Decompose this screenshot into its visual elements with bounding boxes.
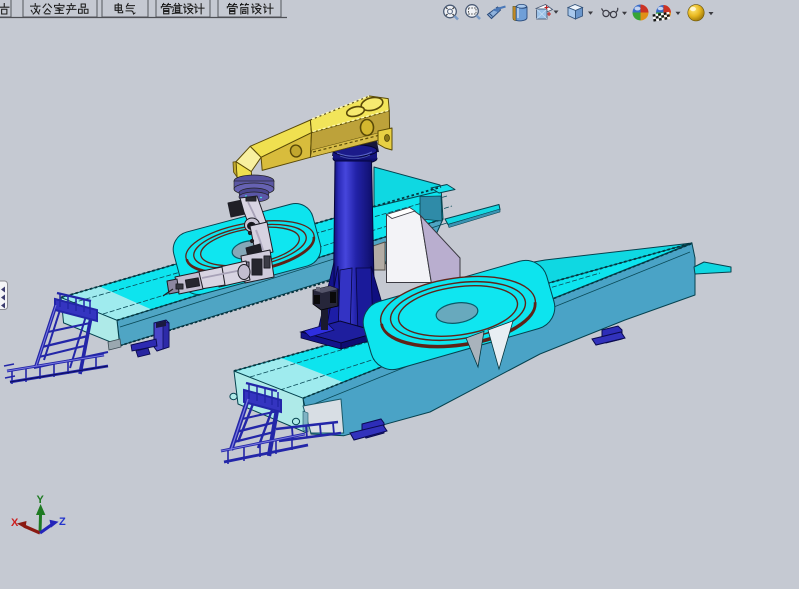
svg-text:Z: Z bbox=[59, 516, 66, 528]
svg-text:Y: Y bbox=[37, 494, 45, 506]
svg-text:X: X bbox=[11, 517, 19, 529]
